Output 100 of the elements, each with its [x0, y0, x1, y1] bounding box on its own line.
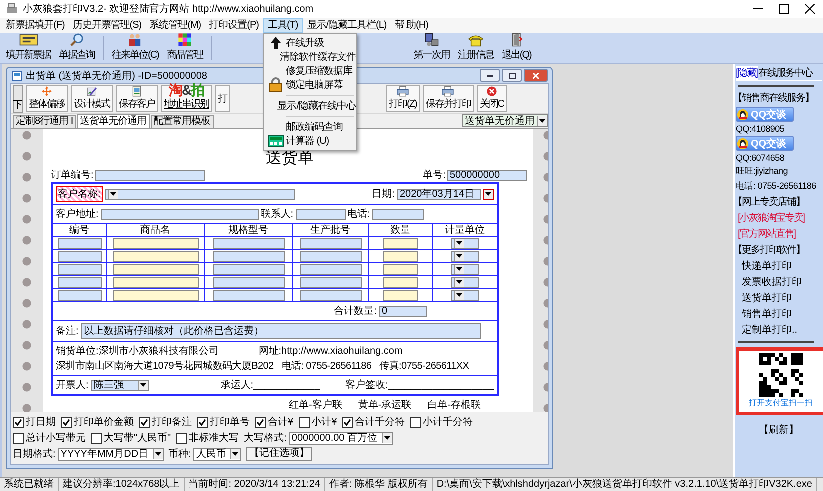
input-field[interactable]	[112, 276, 198, 288]
input-field[interactable]	[300, 238, 362, 248]
toolbar-button[interactable]: 保存客户	[116, 85, 158, 112]
input-field[interactable]	[212, 290, 284, 300]
input-field[interactable]	[58, 264, 102, 274]
input-field[interactable]	[212, 238, 284, 248]
menu-item[interactable]: 工具(T)	[262, 18, 304, 33]
toolbar-button[interactable]: 打	[215, 85, 230, 112]
input-field[interactable]	[94, 170, 205, 180]
toolbar-button[interactable]: 往来单位(C)	[110, 33, 161, 63]
input-field[interactable]	[58, 290, 102, 300]
tab[interactable]: 配置常用模板	[150, 115, 214, 128]
menu-item[interactable]: 打印设置(P)	[205, 18, 263, 33]
date-picker-button[interactable]	[483, 188, 494, 200]
shop-link[interactable]: [小灰狼淘宝专卖]	[738, 211, 822, 225]
input-field[interactable]	[383, 264, 418, 274]
menu-item[interactable]: 清除软件缓存文件	[264, 50, 356, 64]
refresh-link[interactable]: 【刷新】	[759, 423, 799, 437]
checkbox[interactable]	[139, 416, 150, 428]
toolbar-button[interactable]: 注册信息	[456, 33, 496, 63]
menu-item[interactable]: 新票据填开(F)	[2, 18, 69, 33]
remember-options-button[interactable]: 【记住选项】	[246, 447, 312, 461]
menu-item[interactable]: 计算器 (U)	[264, 134, 356, 148]
software-link[interactable]: 销售单打印	[736, 307, 822, 321]
input-field[interactable]	[383, 250, 418, 262]
checkbox[interactable]	[13, 432, 24, 444]
menu-item[interactable]: 历史开票管理(S)	[68, 18, 146, 33]
software-link[interactable]: 定制单打印..	[736, 323, 822, 337]
input-field[interactable]: 0	[379, 306, 427, 316]
close-button[interactable]	[524, 69, 548, 82]
input-field[interactable]	[58, 250, 102, 262]
input-field[interactable]	[212, 276, 284, 288]
toolbar-button[interactable]: 整体偏移	[26, 85, 68, 112]
hide-link[interactable]: [隐藏]	[736, 66, 758, 80]
template-select[interactable]: 送货单无价通用	[462, 114, 548, 127]
issuer-select[interactable]: 陈三强	[90, 380, 149, 390]
input-field[interactable]	[58, 276, 102, 288]
menu-item[interactable]: 修复压缩数据库	[264, 64, 356, 78]
input-field[interactable]	[296, 208, 346, 220]
input-field[interactable]	[112, 264, 198, 274]
tab[interactable]: 定制8行通用 I	[13, 115, 76, 128]
checkbox[interactable]	[61, 416, 72, 428]
menu-item[interactable]: 显示/隐藏在线中心	[264, 99, 356, 113]
minimize-button[interactable]	[480, 69, 500, 82]
menu-item[interactable]: 锁定电脑屏幕	[264, 78, 356, 92]
checkbox[interactable]	[298, 416, 310, 428]
format-select[interactable]: YYYY年MM月DD日	[58, 448, 164, 460]
input-field[interactable]	[112, 290, 198, 300]
software-link[interactable]: 发票收据打印	[736, 275, 822, 289]
input-field[interactable]	[383, 276, 418, 288]
unit-select[interactable]	[451, 264, 479, 274]
toolbar-button[interactable]: 设计模式	[71, 85, 113, 112]
input-field[interactable]	[100, 208, 259, 220]
date-field[interactable]: 2020年03月14日	[397, 188, 481, 200]
input-field[interactable]	[58, 238, 102, 248]
input-field[interactable]	[300, 276, 362, 288]
input-field[interactable]	[212, 250, 284, 262]
input-field[interactable]	[300, 290, 362, 300]
toolbar-button[interactable]: 保存并打印	[422, 85, 474, 112]
format-select[interactable]: 人民币	[193, 448, 242, 460]
input-field[interactable]	[300, 264, 362, 274]
menu-item[interactable]: 帮 助(H)	[390, 18, 432, 33]
toolbar-button[interactable]: 打印(Z)	[386, 85, 420, 112]
tab[interactable]: 送货单无价通用	[77, 114, 150, 128]
checkbox[interactable]	[176, 432, 188, 444]
toolbar-button[interactable]: 关闭C	[476, 85, 508, 112]
maximize-button[interactable]	[502, 69, 522, 82]
input-field[interactable]	[383, 290, 418, 300]
checkbox[interactable]	[91, 432, 102, 444]
toolbar-button[interactable]: 单据查询	[57, 33, 97, 63]
checkbox[interactable]	[342, 416, 354, 428]
scroll-button[interactable]: 下	[13, 84, 23, 112]
menu-item[interactable]: 在线升级	[264, 36, 356, 50]
shop-link[interactable]: [官方网站直售]	[738, 227, 822, 241]
input-field[interactable]	[383, 238, 418, 248]
input-field[interactable]	[112, 250, 198, 262]
unit-select[interactable]	[451, 250, 479, 262]
input-field[interactable]	[372, 208, 424, 220]
menu-item[interactable]: 系统管理(M)	[146, 18, 206, 33]
toolbar-button[interactable]: 第一次用	[412, 33, 452, 63]
remark-field[interactable]: 以上数据请仔细核对（此价格已含运费）	[80, 323, 481, 339]
checkbox[interactable]	[197, 416, 208, 428]
input-field[interactable]	[300, 250, 362, 262]
unit-select[interactable]	[451, 238, 479, 248]
software-link[interactable]: 送货单打印	[736, 291, 822, 305]
toolbar-button[interactable]: 商品管理	[164, 33, 205, 63]
input-field[interactable]: 500000000	[447, 170, 527, 180]
toolbar-button[interactable]: 退出(Q)	[500, 33, 534, 63]
checkbox[interactable]	[13, 416, 24, 428]
menu-item[interactable]: 显示/隐藏工具栏(L)	[303, 18, 391, 33]
unit-select[interactable]	[451, 276, 479, 288]
format-select[interactable]: 0000000.00 百万位	[288, 432, 393, 444]
software-link[interactable]: 快递单打印	[736, 259, 822, 273]
checkbox[interactable]	[410, 416, 422, 428]
toolbar-button[interactable]: 淘&拍 地址串识别	[161, 85, 212, 112]
unit-select[interactable]	[451, 290, 479, 300]
input-field[interactable]	[212, 264, 284, 274]
input-field[interactable]	[112, 238, 198, 248]
toolbar-button[interactable]: 填开新票据	[4, 33, 53, 63]
customer-select[interactable]	[104, 188, 295, 200]
